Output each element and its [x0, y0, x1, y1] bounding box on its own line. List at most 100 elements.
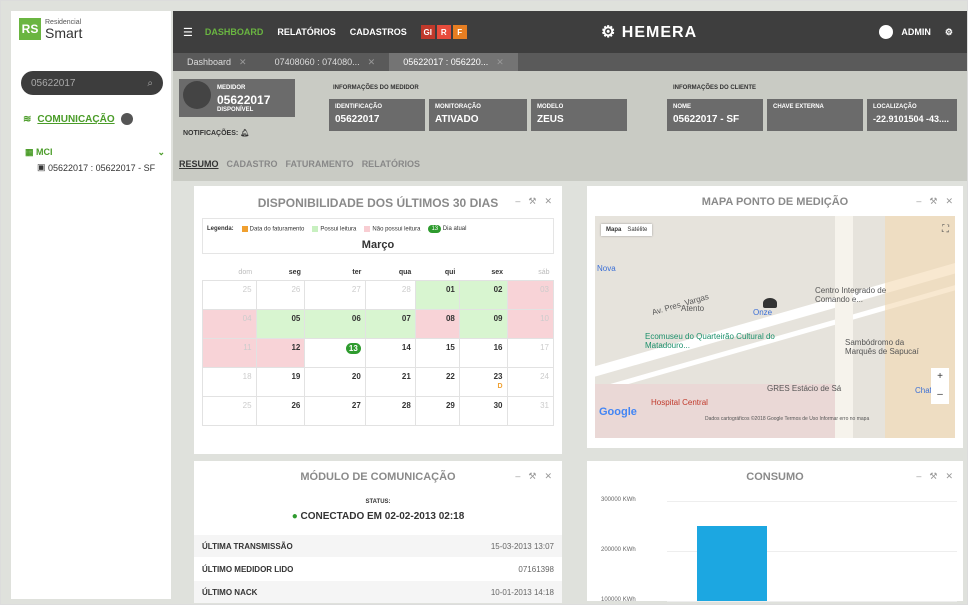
flag-f[interactable]: F	[452, 25, 467, 39]
bell-icon[interactable]: 🔔︎	[240, 130, 249, 137]
calendar-day[interactable]: 03	[506, 279, 554, 310]
nav-dashboard[interactable]: DASHBOARD	[205, 27, 264, 37]
minimize-icon[interactable]: –	[515, 196, 520, 207]
close-icon[interactable]: ✕	[544, 196, 552, 207]
globe-icon[interactable]	[120, 113, 133, 125]
calendar-day[interactable]: 21	[364, 366, 416, 397]
calendar-day[interactable]: 20	[304, 366, 366, 397]
calendar-day[interactable]: 17	[506, 337, 554, 368]
gear-icon[interactable]: ⚙	[945, 27, 953, 38]
legend-item: Possui leitura	[312, 225, 356, 232]
calendar-day[interactable]: 18	[202, 366, 257, 397]
wrench-icon[interactable]: ⚒	[528, 196, 536, 207]
calendar-day[interactable]: 02	[458, 279, 508, 310]
close-icon[interactable]: ✕	[945, 471, 953, 482]
minimize-icon[interactable]: –	[916, 196, 921, 207]
mci-label: MCI	[36, 147, 53, 157]
search-value: 05622017	[31, 77, 76, 89]
flag-gi[interactable]: GI	[420, 25, 435, 39]
nav-cadastros[interactable]: CADASTROS	[350, 27, 407, 37]
search-input[interactable]: 05622017 ⌕	[21, 71, 163, 95]
zoom-control[interactable]: + –	[931, 368, 949, 404]
calendar-day[interactable]: 19	[255, 366, 306, 397]
sidebar-item-meter[interactable]: ▣ 05622017 : 05622017 - SF	[37, 162, 171, 173]
satellite-tab[interactable]: Satélite	[627, 227, 647, 233]
calendar-day[interactable]: 11	[202, 337, 257, 368]
calendar-day[interactable]: 12	[255, 337, 306, 368]
calendar-day[interactable]: 01	[414, 279, 460, 310]
calendar-day[interactable]: 08	[414, 308, 460, 339]
map-view[interactable]: Mapa Satélite Nova Av. Pres. Vargas Aten…	[595, 216, 955, 438]
close-icon[interactable]: ✕	[239, 57, 247, 68]
subtab-faturamento[interactable]: FATURAMENTO	[286, 159, 354, 169]
close-icon[interactable]: ✕	[945, 196, 953, 207]
calendar-day[interactable]: 15	[414, 337, 460, 368]
chevron-down-icon[interactable]: ⌄	[157, 147, 165, 158]
close-icon[interactable]: ✕	[368, 57, 376, 68]
calendar-day[interactable]: 09	[458, 308, 508, 339]
close-icon[interactable]: ✕	[496, 57, 504, 68]
wrench-icon[interactable]: ⚒	[929, 196, 937, 207]
calendar-day[interactable]: 16	[458, 337, 508, 368]
calendar-day[interactable]: 07	[364, 308, 416, 339]
subtab-relatorios[interactable]: RELATÓRIOS	[362, 159, 420, 169]
calendar-day[interactable]: 22	[414, 366, 460, 397]
calendar-day[interactable]: 27	[304, 279, 366, 310]
comunicacao-link[interactable]: ≋ COMUNICAÇÃO	[23, 113, 171, 125]
wrench-icon[interactable]: ⚒	[929, 471, 937, 482]
calendar-day[interactable]: 28	[364, 279, 416, 310]
info-cliente-title: INFORMAÇÕES DO CLIENTE	[673, 85, 757, 91]
tab-dashboard[interactable]: Dashboard ✕	[173, 53, 261, 71]
user-menu[interactable]: ADMIN ⚙	[879, 25, 953, 39]
calendar-day[interactable]: 24	[506, 366, 554, 397]
fullscreen-icon[interactable]: ⛶	[942, 224, 949, 235]
subtab-cadastro[interactable]: CADASTRO	[227, 159, 278, 169]
notif-text: NOTIFICAÇÕES:	[183, 130, 239, 137]
field-value: ATIVADO	[435, 114, 479, 125]
mci-group[interactable]: ▦ MCI ⌄	[25, 147, 171, 158]
tab-meter-1[interactable]: 07408060 : 074080... ✕	[261, 53, 390, 71]
calendar-day[interactable]: 25	[202, 279, 257, 310]
wrench-icon[interactable]: ⚒	[528, 471, 536, 482]
calendar-day[interactable]: 25	[202, 395, 257, 426]
tab-meter-2[interactable]: 05622017 : 056220... ✕	[389, 53, 518, 71]
nav-relatorios[interactable]: RELATÓRIOS	[277, 27, 335, 37]
legend-label: Legenda:	[207, 226, 234, 232]
calendar-day[interactable]: 04	[202, 308, 257, 339]
search-icon[interactable]: ⌕	[147, 78, 153, 89]
calendar-day[interactable]: 27	[304, 395, 366, 426]
minimize-icon[interactable]: –	[916, 471, 921, 482]
calendar-day[interactable]: 26	[255, 395, 306, 426]
flag-r[interactable]: R	[436, 25, 451, 39]
grid-icon: ▦	[25, 147, 34, 157]
calendar-day[interactable]: 26	[255, 279, 306, 310]
calendar-day[interactable]: 31	[506, 395, 554, 426]
card-controls: – ⚒ ✕	[916, 196, 953, 207]
subtab-resumo[interactable]: RESUMO	[179, 159, 219, 169]
meter-marker-icon[interactable]	[763, 298, 777, 308]
calendar-day[interactable]: 28	[364, 395, 416, 426]
menu-icon[interactable]: ☰	[183, 26, 193, 39]
map-tab[interactable]: Mapa	[606, 227, 621, 233]
app-window: RS Residencial Smart 05622017 ⌕ ≋ COMUNI…	[0, 0, 968, 605]
map-attribution[interactable]: Dados cartográficos ©2018 Google Termos …	[705, 416, 869, 422]
item-key: ÚLTIMA TRANSMISSÃO	[202, 541, 293, 551]
map-label: Ecomuseu do Quarteirão Cultural do Matad…	[645, 332, 775, 350]
calendar-day-billing[interactable]: 23 D	[458, 366, 508, 397]
wifi-icon: ≋	[23, 113, 32, 125]
calendar-week: 11 12 13 14 15 16 17	[202, 337, 554, 368]
calendar-day[interactable]: 14	[364, 337, 416, 368]
bar[interactable]	[697, 526, 767, 601]
calendar-day[interactable]: 06	[304, 308, 366, 339]
calendar-day[interactable]: 29	[414, 395, 460, 426]
calendar-grid: dom seg ter qua qui sex sáb 25 26 27 28 …	[202, 266, 554, 426]
minimize-icon[interactable]: –	[515, 471, 520, 482]
calendar-day[interactable]: 10	[506, 308, 554, 339]
calendar-day-today[interactable]: 13	[304, 337, 366, 368]
notificacoes-label[interactable]: NOTIFICAÇÕES: 🔔︎	[183, 129, 249, 137]
brand-logo[interactable]: RS Residencial Smart	[11, 11, 171, 47]
close-icon[interactable]: ✕	[544, 471, 552, 482]
availability-card: DISPONIBILIDADE DOS ÚLTIMOS 30 DIAS – ⚒ …	[194, 186, 562, 454]
calendar-day[interactable]: 30	[458, 395, 508, 426]
calendar-day[interactable]: 05	[255, 308, 306, 339]
